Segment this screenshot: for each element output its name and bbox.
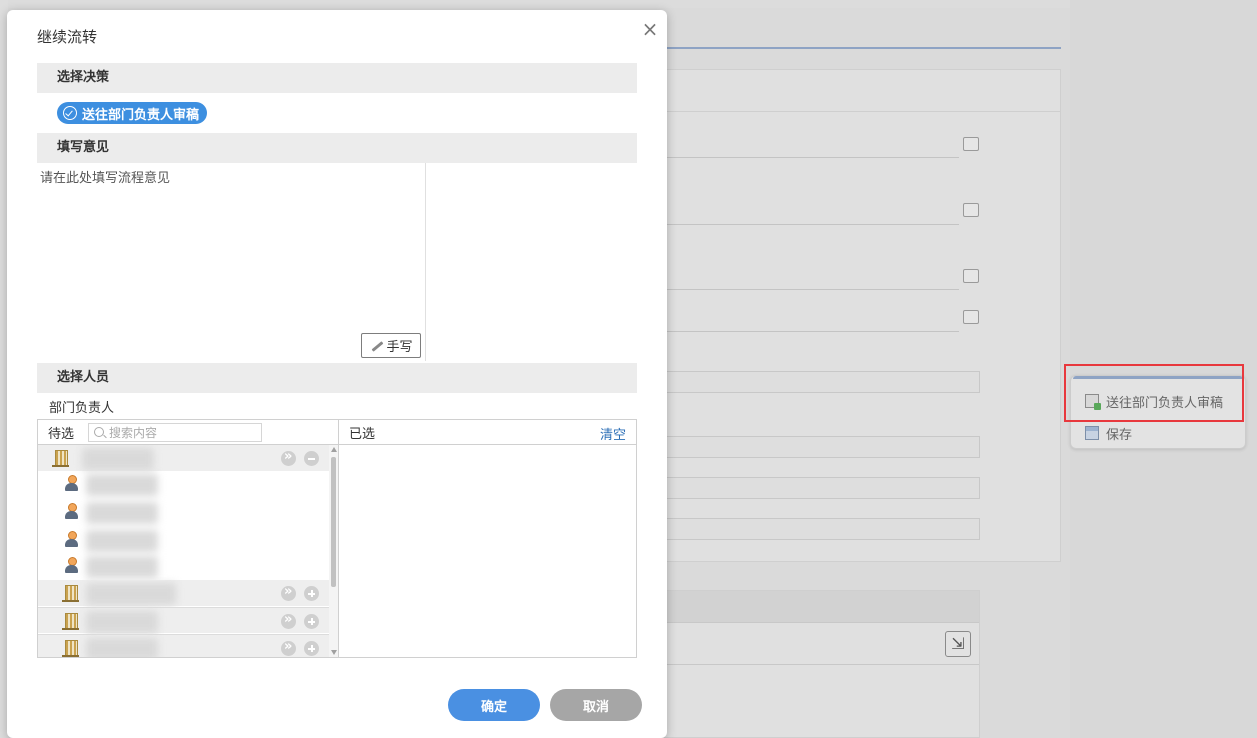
edit-icon <box>963 203 979 217</box>
search-icon <box>94 427 104 437</box>
expand-icon: ⇲ <box>945 631 971 657</box>
expand-icon[interactable] <box>304 614 319 629</box>
user-icon <box>64 475 79 492</box>
redacted-name <box>86 474 158 496</box>
tree-user-row[interactable] <box>38 527 329 553</box>
dept-head-label: 部门负责人 <box>49 401 115 416</box>
opinion-textarea[interactable] <box>37 163 426 361</box>
selected-label: 已选 <box>349 426 376 442</box>
background-field-line <box>661 224 959 225</box>
cancel-button[interactable]: 取消 <box>550 689 642 721</box>
building-icon <box>62 613 79 630</box>
people-section-header: 选择人员 <box>37 363 637 393</box>
decision-option-send-dept-head[interactable]: 送往部门负责人审稿 <box>57 102 208 124</box>
action-menu: 送往部门负责人审稿 保存 <box>1070 375 1246 449</box>
handwrite-label: 手写 <box>386 340 413 355</box>
background-right-column <box>1070 0 1257 738</box>
row-actions <box>281 612 319 629</box>
dialog-title: 继续流转 <box>37 28 98 46</box>
background-form-card <box>660 69 1061 562</box>
confirm-button[interactable]: 确定 <box>448 689 540 721</box>
add-all-icon[interactable] <box>281 639 296 656</box>
person-icon <box>963 137 979 151</box>
row-actions <box>281 639 319 656</box>
org-tree <box>38 445 329 657</box>
clear-link[interactable]: 清空 <box>600 424 626 443</box>
tree-dept-row[interactable] <box>38 445 329 471</box>
add-all-icon[interactable] <box>281 584 296 601</box>
user-icon <box>64 503 79 520</box>
signature-area[interactable] <box>427 163 637 361</box>
handwrite-button[interactable]: 手写 <box>361 333 421 358</box>
background-tab-line <box>660 47 1061 49</box>
calendar-icon <box>963 310 979 324</box>
decision-section-header: 选择决策 <box>37 63 637 93</box>
expand-icon[interactable] <box>304 586 319 601</box>
send-to-dept-head-label: 送往部门负责人审稿 <box>1106 395 1224 411</box>
tree-dept-row[interactable] <box>38 580 329 606</box>
background-field-line <box>661 331 959 332</box>
tree-scrollbar[interactable] <box>329 445 338 657</box>
redacted-name <box>86 583 176 605</box>
send-to-dept-head-action[interactable]: 送往部门负责人审稿 <box>1085 389 1223 413</box>
save-action[interactable]: 保存 <box>1085 421 1132 445</box>
check-circle-icon <box>63 106 77 120</box>
send-icon <box>1085 394 1101 410</box>
close-icon[interactable]: × <box>641 18 659 40</box>
user-icon <box>64 531 79 548</box>
pen-icon <box>369 339 383 353</box>
tree-user-row[interactable] <box>38 553 329 579</box>
scroll-up-icon[interactable] <box>331 447 337 452</box>
background-input <box>661 477 980 499</box>
background-input <box>661 371 980 393</box>
expand-icon[interactable] <box>304 641 319 656</box>
pending-panel: 待选 <box>38 420 339 657</box>
add-all-icon[interactable] <box>281 612 296 629</box>
building-icon <box>62 640 79 657</box>
collapse-icon[interactable] <box>304 451 319 466</box>
background-field-line <box>661 157 959 158</box>
people-picker: 待选 搜索内容 » » » » 已选 清空 <box>37 419 637 658</box>
save-icon <box>1085 426 1099 440</box>
person-icon <box>963 269 979 283</box>
redacted-name <box>86 530 158 552</box>
add-all-icon[interactable] <box>281 449 296 466</box>
tree-user-row[interactable] <box>38 471 329 497</box>
background-input <box>661 436 980 458</box>
tree-user-row[interactable] <box>38 499 329 525</box>
continue-flow-dialog: 继续流转 × 选择决策 送往部门负责人审稿 填写意见 手写 选择人员 部门负责人… <box>7 10 667 738</box>
tree-dept-row[interactable] <box>38 634 329 657</box>
background-table-subheader: ⇲ <box>661 623 979 665</box>
selected-panel: 已选 清空 <box>339 420 636 657</box>
search-input[interactable] <box>88 423 262 442</box>
save-label: 保存 <box>1106 427 1133 443</box>
background-form-header <box>661 70 1060 112</box>
redacted-name <box>82 448 154 470</box>
background-table-header <box>661 591 979 623</box>
user-icon <box>64 557 79 574</box>
scroll-down-icon[interactable] <box>331 650 337 655</box>
redacted-name <box>86 611 158 633</box>
row-actions <box>281 584 319 601</box>
redacted-name <box>86 638 158 657</box>
background-table: ⇲ <box>660 590 980 738</box>
pending-label: 待选 <box>48 426 75 442</box>
redacted-name <box>86 502 158 524</box>
opinion-section-header: 填写意见 <box>37 133 637 163</box>
selected-header: 已选 <box>339 420 636 445</box>
building-icon <box>62 585 79 602</box>
tree-dept-row[interactable] <box>38 607 329 633</box>
background-field-line <box>661 289 959 290</box>
action-menu-accent <box>1073 376 1243 379</box>
decision-option-label: 送往部门负责人审稿 <box>82 107 200 123</box>
building-icon <box>52 450 69 467</box>
background-input <box>661 518 980 540</box>
redacted-name <box>86 556 158 578</box>
row-actions <box>281 449 319 466</box>
scroll-thumb[interactable] <box>331 457 336 587</box>
